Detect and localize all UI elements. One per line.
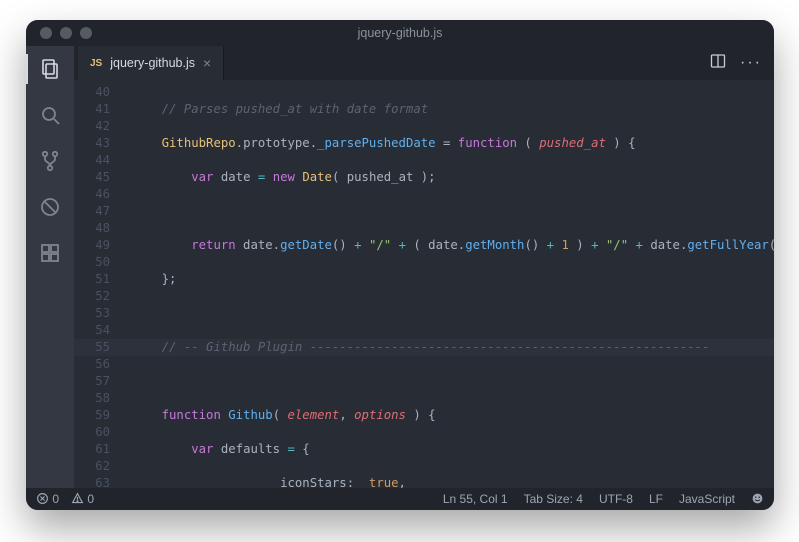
- line-number: 59: [74, 407, 126, 424]
- editor-body: JS jquery-github.js × ··· 40414243444546…: [26, 46, 774, 488]
- status-errors[interactable]: 0: [36, 492, 59, 506]
- status-encoding[interactable]: UTF-8: [599, 492, 633, 506]
- line-number: 63: [74, 475, 126, 488]
- tab-actions: ···: [710, 46, 774, 80]
- feedback-icon[interactable]: [751, 492, 764, 506]
- debug-icon[interactable]: [37, 194, 63, 220]
- window-controls: [26, 27, 92, 39]
- line-number: 55: [74, 339, 126, 356]
- line-number: 51: [74, 271, 126, 288]
- close-window-dot[interactable]: [40, 27, 52, 39]
- explorer-icon[interactable]: [37, 56, 63, 82]
- line-number: 53: [74, 305, 126, 322]
- line-number: 48: [74, 220, 126, 237]
- js-file-icon: JS: [90, 58, 102, 69]
- split-editor-icon[interactable]: [710, 53, 726, 74]
- zoom-window-dot[interactable]: [80, 27, 92, 39]
- source-control-icon[interactable]: [37, 148, 63, 174]
- line-number: 49: [74, 237, 126, 254]
- activity-bar: [26, 46, 74, 488]
- status-cursor-position[interactable]: Ln 55, Col 1: [443, 492, 508, 506]
- tab-jquery-github[interactable]: JS jquery-github.js ×: [78, 46, 224, 80]
- tab-label: jquery-github.js: [110, 56, 195, 70]
- line-number: 41: [74, 101, 126, 118]
- line-number: 61: [74, 441, 126, 458]
- line-number: 50: [74, 254, 126, 271]
- status-eol[interactable]: LF: [649, 492, 663, 506]
- line-number: 46: [74, 186, 126, 203]
- line-number-gutter: 4041424344454647484950515253545556575859…: [74, 84, 126, 488]
- line-number: 40: [74, 84, 126, 101]
- status-language[interactable]: JavaScript: [679, 492, 735, 506]
- line-number: 54: [74, 322, 126, 339]
- status-tab-size[interactable]: Tab Size: 4: [524, 492, 583, 506]
- search-icon[interactable]: [37, 102, 63, 128]
- editor-column: JS jquery-github.js × ··· 40414243444546…: [74, 46, 774, 488]
- line-number: 58: [74, 390, 126, 407]
- code-editor[interactable]: 4041424344454647484950515253545556575859…: [74, 80, 774, 488]
- line-number: 42: [74, 118, 126, 135]
- code-content: // Parses pushed_at with date format Git…: [132, 84, 768, 488]
- close-tab-icon[interactable]: ×: [203, 56, 211, 70]
- status-warnings[interactable]: 0: [71, 492, 94, 506]
- extensions-icon[interactable]: [37, 240, 63, 266]
- line-number: 43: [74, 135, 126, 152]
- editor-window: jquery-github.js JS jque: [26, 20, 774, 510]
- line-number: 52: [74, 288, 126, 305]
- more-actions-icon[interactable]: ···: [740, 54, 762, 72]
- line-number: 45: [74, 169, 126, 186]
- tab-bar: JS jquery-github.js × ···: [74, 46, 774, 80]
- line-number: 60: [74, 424, 126, 441]
- window-title: jquery-github.js: [26, 26, 774, 40]
- line-number: 44: [74, 152, 126, 169]
- status-bar: 0 0 Ln 55, Col 1 Tab Size: 4 UTF-8 LF Ja…: [26, 488, 774, 510]
- line-number: 47: [74, 203, 126, 220]
- line-number: 57: [74, 373, 126, 390]
- line-number: 62: [74, 458, 126, 475]
- minimize-window-dot[interactable]: [60, 27, 72, 39]
- titlebar: jquery-github.js: [26, 20, 774, 46]
- line-number: 56: [74, 356, 126, 373]
